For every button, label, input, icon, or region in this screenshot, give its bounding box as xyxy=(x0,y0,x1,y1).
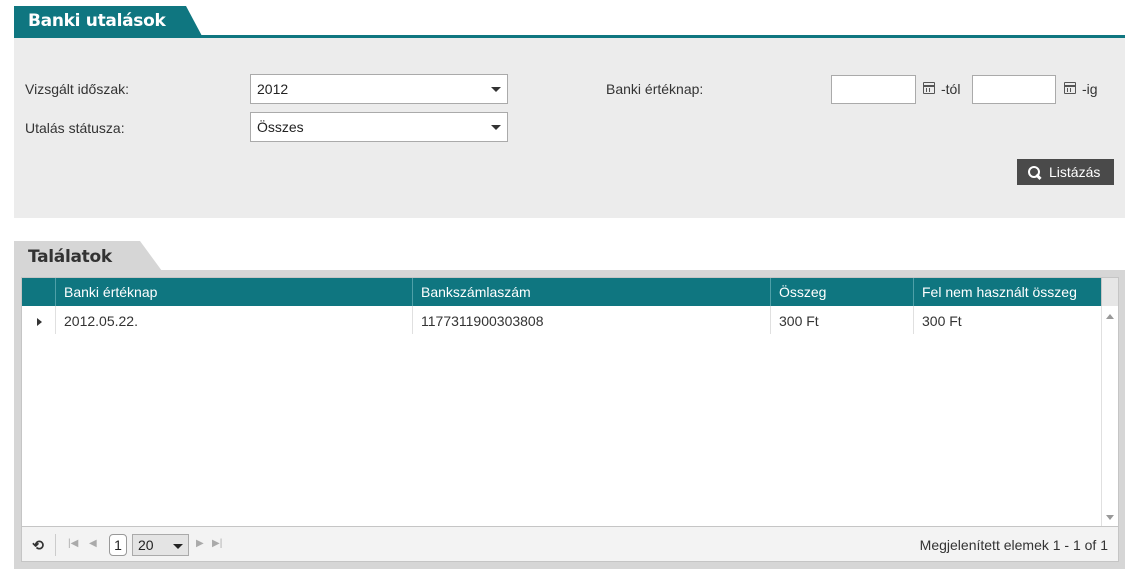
cell-unused-amount: 300 Ft xyxy=(913,306,1101,334)
status-label: Utalás státusza: xyxy=(25,120,125,136)
refresh-icon[interactable]: ⟲ xyxy=(28,535,48,555)
header-expand-col xyxy=(22,278,55,306)
cell-value-date: 2012.05.22. xyxy=(55,306,412,334)
cell-amount: 300 Ft xyxy=(770,306,913,334)
first-page-icon[interactable]: |◀ xyxy=(68,538,78,549)
search-icon xyxy=(1028,165,1041,179)
chevron-down-icon xyxy=(173,544,183,549)
pager-info: Megjelenített elemek 1 - 1 of 1 xyxy=(919,537,1108,553)
chevron-down-icon xyxy=(491,87,501,92)
period-select[interactable]: 2012 xyxy=(250,74,508,104)
calendar-icon[interactable] xyxy=(1064,82,1076,94)
results-grid: Banki értéknap Bankszámlaszám Összeg Fel… xyxy=(21,277,1119,562)
date-to-input[interactable] xyxy=(972,75,1056,104)
header-account-number[interactable]: Bankszámlaszám xyxy=(412,278,770,306)
page-title: Banki utalások xyxy=(28,11,166,31)
table-row[interactable]: 2012.05.22. 1177311900303808 300 Ft 300 … xyxy=(22,306,1101,334)
page-size-select[interactable]: 20 xyxy=(132,534,189,556)
period-select-value: 2012 xyxy=(257,81,289,97)
row-expand-toggle[interactable] xyxy=(22,306,55,334)
scroll-down-icon[interactable] xyxy=(1106,515,1114,520)
chevron-down-icon xyxy=(491,125,501,130)
list-button[interactable]: Listázás xyxy=(1017,159,1114,185)
last-page-icon[interactable]: ▶| xyxy=(212,538,222,549)
vertical-scrollbar[interactable] xyxy=(1101,306,1118,526)
pager-separator xyxy=(55,534,56,556)
value-date-label: Banki értéknap: xyxy=(606,81,704,97)
cell-account-number: 1177311900303808 xyxy=(412,306,770,334)
date-to-suffix: -ig xyxy=(1082,81,1098,97)
header-amount[interactable]: Összeg xyxy=(770,278,913,306)
current-page-button[interactable]: 1 xyxy=(109,534,127,556)
date-from-input[interactable] xyxy=(831,75,916,104)
section-tab-banki-utalasok: Banki utalások xyxy=(14,6,202,36)
header-value-date[interactable]: Banki értéknap xyxy=(55,278,412,306)
period-label: Vizsgált időszak: xyxy=(25,81,130,97)
results-tab: Találatok xyxy=(14,241,162,271)
results-title: Találatok xyxy=(28,247,112,267)
next-page-icon[interactable]: ▶ xyxy=(196,538,204,549)
status-select-value: Összes xyxy=(257,119,304,135)
list-button-label: Listázás xyxy=(1049,164,1101,180)
expand-arrow-icon[interactable] xyxy=(37,318,42,326)
grid-header: Banki értéknap Bankszámlaszám Összeg Fel… xyxy=(22,278,1101,306)
date-from-suffix: -tól xyxy=(941,81,961,97)
prev-page-icon[interactable]: ◀ xyxy=(89,538,97,549)
calendar-icon[interactable] xyxy=(923,82,935,94)
pager: ⟲ |◀ ◀ 1 20 ▶ ▶| Megjelenített elemek 1 … xyxy=(22,526,1118,561)
page-size-value: 20 xyxy=(138,537,154,553)
header-unused-amount[interactable]: Fel nem használt összeg xyxy=(913,278,1101,306)
scroll-up-icon[interactable] xyxy=(1106,314,1114,319)
filter-panel xyxy=(14,38,1125,218)
status-select[interactable]: Összes xyxy=(250,112,508,142)
scrollbar-header-spacer xyxy=(1101,278,1118,306)
